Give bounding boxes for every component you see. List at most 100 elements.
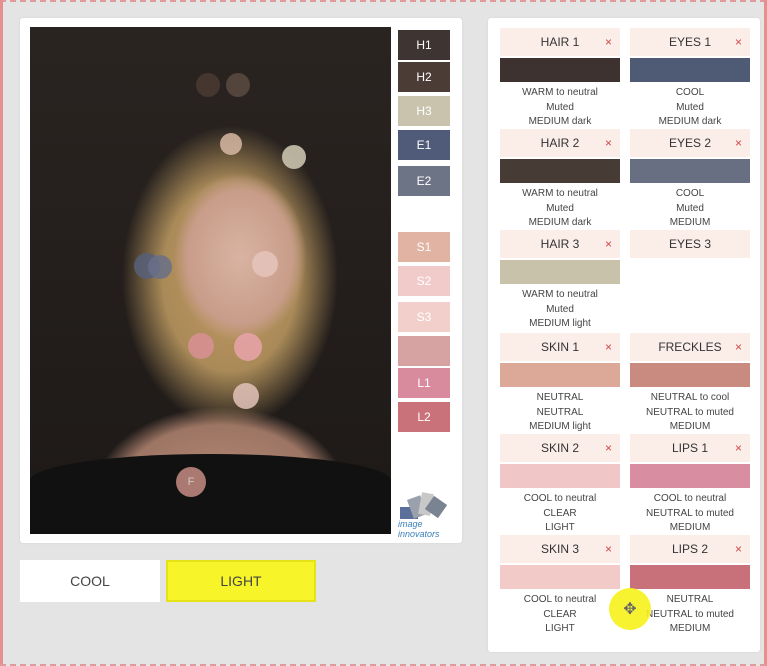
feature-cell-header[interactable]: SKIN 2 × [500, 434, 620, 462]
feature-color-bar [500, 464, 620, 488]
feature-description: COOL Muted MEDIUM dark [630, 86, 750, 130]
feature-cell-header[interactable]: FRECKLES × [630, 333, 750, 361]
remove-icon[interactable]: × [605, 136, 612, 150]
feature-color-bar [500, 565, 620, 589]
color-swatch[interactable]: L1 [398, 368, 450, 398]
feature-cell: EYES 3 [630, 230, 750, 258]
feature-cell-header[interactable]: LIPS 2 × [630, 535, 750, 563]
color-swatch[interactable]: L2 [398, 402, 450, 432]
feature-description: COOL to neutral NEUTRAL to muted MEDIUM [630, 492, 750, 536]
feature-description-line: MEDIUM [669, 421, 711, 432]
portrait-photo[interactable]: F [30, 27, 391, 534]
feature-description-line: WARM to neutral [522, 87, 598, 98]
feature-color-bar [630, 58, 750, 82]
feature-cell-title: EYES 2 [668, 136, 712, 150]
feature-cell-header[interactable]: HAIR 2 × [500, 129, 620, 157]
feature-cell: LIPS 1 × COOL to neutral NEUTRAL to muted ME… [630, 434, 750, 536]
remove-icon[interactable]: × [735, 136, 742, 150]
feature-description: WARM to neutral Muted MEDIUM dark [500, 86, 620, 130]
feature-cell: HAIR 3 × WARM to neutral Muted MEDIUM light [500, 230, 620, 332]
feature-description-line: MEDIUM light [529, 421, 591, 432]
feature-cell: EYES 1 × COOL Muted MEDIUM dark [630, 28, 750, 130]
feature-description-line: COOL [675, 188, 705, 199]
feature-cell-header[interactable]: HAIR 3 × [500, 230, 620, 258]
feature-description-line: WARM to neutral [522, 188, 598, 199]
feature-color-bar [500, 58, 620, 82]
feature-description-line: CLEAR [543, 608, 577, 620]
move-cursor-icon: ✥ [609, 588, 651, 630]
feature-description-line: Muted [676, 101, 704, 113]
remove-icon[interactable]: × [735, 35, 742, 49]
feature-description-line: NEUTRAL to muted [646, 406, 734, 418]
logo-text: image innovators [398, 519, 440, 539]
feature-description-line: NEUTRAL to cool [650, 392, 730, 403]
color-swatch[interactable] [398, 336, 450, 366]
feature-cell-header[interactable]: EYES 3 [630, 230, 750, 258]
feature-description-line: CLEAR [543, 507, 577, 519]
feature-description-line: Muted [546, 101, 574, 113]
color-swatch[interactable]: S2 [398, 266, 450, 296]
color-swatch[interactable]: E2 [398, 166, 450, 196]
remove-icon[interactable]: × [605, 340, 612, 354]
feature-cell-title: LIPS 2 [671, 542, 709, 556]
feature-cell-header[interactable]: HAIR 1 × [500, 28, 620, 56]
photo-marker-dot[interactable] [148, 255, 172, 279]
feature-description-line: MEDIUM dark [528, 217, 592, 228]
feature-cell-title: SKIN 1 [540, 340, 579, 354]
feature-description-line: LIGHT [545, 522, 575, 533]
feature-cell-header[interactable]: EYES 2 × [630, 129, 750, 157]
feature-cell-header[interactable]: LIPS 1 × [630, 434, 750, 462]
photo-marker-dot[interactable] [196, 73, 220, 97]
feature-description-line: Muted [676, 202, 704, 214]
analysis-panel: HAIR 1 × WARM to neutral Muted MEDIUM dark EY… [488, 18, 760, 652]
remove-icon[interactable]: × [605, 237, 612, 251]
photo-marker-dot[interactable]: F [176, 467, 206, 497]
feature-description-line: MEDIUM [669, 217, 711, 228]
color-swatch[interactable]: H1 [398, 30, 450, 60]
feature-cell-header[interactable]: SKIN 1 × [500, 333, 620, 361]
feature-cell-title: SKIN 2 [540, 441, 579, 455]
color-swatch[interactable]: H3 [398, 96, 450, 126]
feature-description-line: Muted [546, 303, 574, 315]
cool-button[interactable]: COOL [20, 560, 160, 602]
feature-description-line: NEUTRAL [536, 392, 584, 403]
color-swatch[interactable]: S3 [398, 302, 450, 332]
feature-color-bar [500, 159, 620, 183]
frame-top [0, 0, 767, 2]
photo-marker-dot[interactable] [233, 383, 259, 409]
light-button[interactable]: LIGHT [166, 560, 316, 602]
remove-icon[interactable]: × [735, 542, 742, 556]
color-swatch[interactable]: H2 [398, 62, 450, 92]
photo-marker-dot[interactable] [188, 333, 214, 359]
feature-color-bar [630, 159, 750, 183]
feature-description: COOL to neutral CLEAR LIGHT [500, 593, 620, 637]
remove-icon[interactable]: × [735, 340, 742, 354]
remove-icon[interactable]: × [605, 441, 612, 455]
photo-marker-dot[interactable] [282, 145, 306, 169]
feature-description-line: COOL [675, 87, 705, 98]
remove-icon[interactable]: × [605, 35, 612, 49]
feature-color-bar [500, 363, 620, 387]
feature-cell-title: EYES 3 [668, 237, 712, 251]
feature-description-line: NEUTRAL [536, 406, 584, 418]
photo-marker-dot[interactable] [220, 133, 242, 155]
color-swatch[interactable]: E1 [398, 130, 450, 160]
photo-marker-dot[interactable] [252, 251, 278, 277]
remove-icon[interactable]: × [605, 542, 612, 556]
feature-description: WARM to neutral Muted MEDIUM light [500, 288, 620, 332]
feature-cell: SKIN 3 × COOL to neutral CLEAR LIGHT [500, 535, 620, 637]
feature-description-line: WARM to neutral [522, 289, 598, 300]
feature-description: WARM to neutral Muted MEDIUM dark [500, 187, 620, 231]
photo-marker-dot[interactable] [226, 73, 250, 97]
feature-description: NEUTRAL to cool NEUTRAL to muted MEDIUM [630, 391, 750, 435]
feature-description-line: COOL to neutral [653, 493, 727, 504]
remove-icon[interactable]: × [735, 441, 742, 455]
feature-description-line: MEDIUM [669, 522, 711, 533]
photo-marker-dot[interactable] [234, 333, 262, 361]
feature-color-bar [500, 260, 620, 284]
feature-cell-title: HAIR 1 [540, 35, 580, 49]
feature-description-line: NEUTRAL to muted [646, 507, 734, 519]
feature-cell-header[interactable]: EYES 1 × [630, 28, 750, 56]
feature-cell-header[interactable]: SKIN 3 × [500, 535, 620, 563]
color-swatch[interactable]: S1 [398, 232, 450, 262]
